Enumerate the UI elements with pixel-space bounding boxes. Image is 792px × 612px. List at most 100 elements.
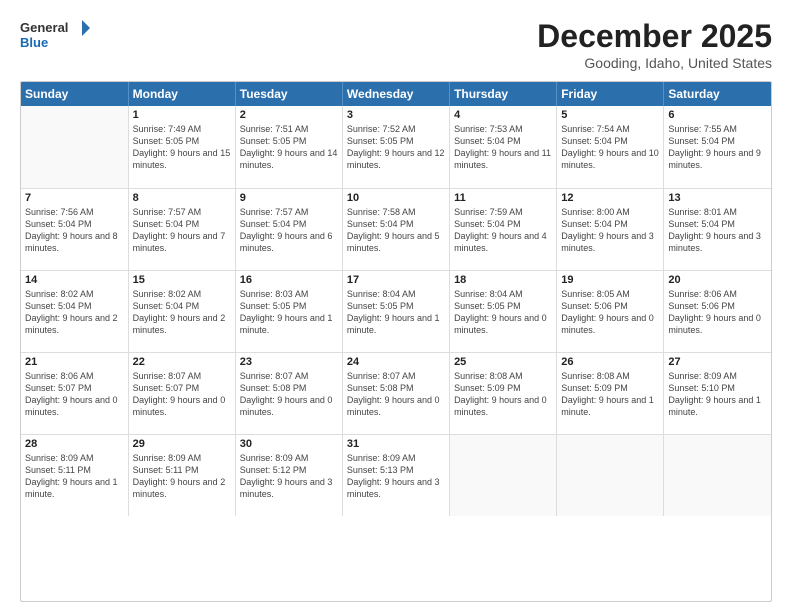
cell-info: Sunrise: 8:01 AMSunset: 5:04 PMDaylight:… bbox=[668, 207, 761, 253]
calendar-cell: 25 Sunrise: 8:08 AMSunset: 5:09 PMDaylig… bbox=[450, 352, 557, 434]
calendar-cell: 10 Sunrise: 7:58 AMSunset: 5:04 PMDaylig… bbox=[342, 188, 449, 270]
calendar-week-row: 28 Sunrise: 8:09 AMSunset: 5:11 PMDaylig… bbox=[21, 434, 771, 516]
day-header-cell: Wednesday bbox=[342, 82, 449, 106]
day-number: 30 bbox=[240, 438, 338, 450]
calendar-cell: 16 Sunrise: 8:03 AMSunset: 5:05 PMDaylig… bbox=[235, 270, 342, 352]
cell-info: Sunrise: 7:56 AMSunset: 5:04 PMDaylight:… bbox=[25, 207, 118, 253]
calendar-cell: 6 Sunrise: 7:55 AMSunset: 5:04 PMDayligh… bbox=[664, 106, 771, 188]
cell-info: Sunrise: 7:51 AMSunset: 5:05 PMDaylight:… bbox=[240, 124, 338, 170]
day-header-cell: Tuesday bbox=[235, 82, 342, 106]
day-number: 29 bbox=[133, 438, 231, 450]
day-number: 22 bbox=[133, 356, 231, 368]
cell-info: Sunrise: 7:54 AMSunset: 5:04 PMDaylight:… bbox=[561, 124, 659, 170]
day-number: 2 bbox=[240, 109, 338, 121]
calendar-week-row: 14 Sunrise: 8:02 AMSunset: 5:04 PMDaylig… bbox=[21, 270, 771, 352]
cell-info: Sunrise: 8:04 AMSunset: 5:05 PMDaylight:… bbox=[347, 289, 440, 335]
day-header-cell: Monday bbox=[128, 82, 235, 106]
calendar-cell: 5 Sunrise: 7:54 AMSunset: 5:04 PMDayligh… bbox=[557, 106, 664, 188]
page: General Blue December 2025 Gooding, Idah… bbox=[0, 0, 792, 612]
calendar-cell bbox=[557, 434, 664, 516]
cell-info: Sunrise: 8:07 AMSunset: 5:08 PMDaylight:… bbox=[347, 371, 440, 417]
day-number: 24 bbox=[347, 356, 445, 368]
calendar-cell: 1 Sunrise: 7:49 AMSunset: 5:05 PMDayligh… bbox=[128, 106, 235, 188]
day-number: 5 bbox=[561, 109, 659, 121]
day-number: 1 bbox=[133, 109, 231, 121]
calendar-cell: 28 Sunrise: 8:09 AMSunset: 5:11 PMDaylig… bbox=[21, 434, 128, 516]
day-number: 12 bbox=[561, 192, 659, 204]
cell-info: Sunrise: 8:09 AMSunset: 5:11 PMDaylight:… bbox=[25, 453, 118, 499]
calendar-cell bbox=[664, 434, 771, 516]
day-number: 8 bbox=[133, 192, 231, 204]
day-number: 13 bbox=[668, 192, 767, 204]
cell-info: Sunrise: 8:03 AMSunset: 5:05 PMDaylight:… bbox=[240, 289, 333, 335]
day-number: 15 bbox=[133, 274, 231, 286]
calendar-cell: 31 Sunrise: 8:09 AMSunset: 5:13 PMDaylig… bbox=[342, 434, 449, 516]
day-number: 18 bbox=[454, 274, 552, 286]
cell-info: Sunrise: 8:06 AMSunset: 5:07 PMDaylight:… bbox=[25, 371, 118, 417]
calendar-week-row: 21 Sunrise: 8:06 AMSunset: 5:07 PMDaylig… bbox=[21, 352, 771, 434]
day-number: 21 bbox=[25, 356, 124, 368]
calendar-cell: 9 Sunrise: 7:57 AMSunset: 5:04 PMDayligh… bbox=[235, 188, 342, 270]
cell-info: Sunrise: 8:07 AMSunset: 5:07 PMDaylight:… bbox=[133, 371, 226, 417]
day-number: 3 bbox=[347, 109, 445, 121]
calendar-cell: 2 Sunrise: 7:51 AMSunset: 5:05 PMDayligh… bbox=[235, 106, 342, 188]
logo: General Blue bbox=[20, 18, 90, 54]
cell-info: Sunrise: 7:59 AMSunset: 5:04 PMDaylight:… bbox=[454, 207, 547, 253]
calendar-week-row: 1 Sunrise: 7:49 AMSunset: 5:05 PMDayligh… bbox=[21, 106, 771, 188]
day-number: 31 bbox=[347, 438, 445, 450]
calendar-cell: 12 Sunrise: 8:00 AMSunset: 5:04 PMDaylig… bbox=[557, 188, 664, 270]
calendar-cell: 19 Sunrise: 8:05 AMSunset: 5:06 PMDaylig… bbox=[557, 270, 664, 352]
calendar-cell: 26 Sunrise: 8:08 AMSunset: 5:09 PMDaylig… bbox=[557, 352, 664, 434]
calendar-cell: 3 Sunrise: 7:52 AMSunset: 5:05 PMDayligh… bbox=[342, 106, 449, 188]
cell-info: Sunrise: 7:53 AMSunset: 5:04 PMDaylight:… bbox=[454, 124, 551, 170]
day-header-cell: Sunday bbox=[21, 82, 128, 106]
day-number: 11 bbox=[454, 192, 552, 204]
day-number: 27 bbox=[668, 356, 767, 368]
calendar-cell: 13 Sunrise: 8:01 AMSunset: 5:04 PMDaylig… bbox=[664, 188, 771, 270]
calendar-table: SundayMondayTuesdayWednesdayThursdayFrid… bbox=[21, 82, 771, 516]
day-number: 9 bbox=[240, 192, 338, 204]
day-header-cell: Saturday bbox=[664, 82, 771, 106]
cell-info: Sunrise: 8:07 AMSunset: 5:08 PMDaylight:… bbox=[240, 371, 333, 417]
day-number: 10 bbox=[347, 192, 445, 204]
svg-text:General: General bbox=[20, 20, 68, 35]
day-header-cell: Thursday bbox=[450, 82, 557, 106]
cell-info: Sunrise: 7:55 AMSunset: 5:04 PMDaylight:… bbox=[668, 124, 761, 170]
calendar-cell: 17 Sunrise: 8:04 AMSunset: 5:05 PMDaylig… bbox=[342, 270, 449, 352]
day-number: 20 bbox=[668, 274, 767, 286]
cell-info: Sunrise: 8:05 AMSunset: 5:06 PMDaylight:… bbox=[561, 289, 654, 335]
cell-info: Sunrise: 8:06 AMSunset: 5:06 PMDaylight:… bbox=[668, 289, 761, 335]
calendar-cell: 20 Sunrise: 8:06 AMSunset: 5:06 PMDaylig… bbox=[664, 270, 771, 352]
cell-info: Sunrise: 8:02 AMSunset: 5:04 PMDaylight:… bbox=[25, 289, 118, 335]
calendar-cell: 8 Sunrise: 7:57 AMSunset: 5:04 PMDayligh… bbox=[128, 188, 235, 270]
calendar-cell: 14 Sunrise: 8:02 AMSunset: 5:04 PMDaylig… bbox=[21, 270, 128, 352]
cell-info: Sunrise: 8:04 AMSunset: 5:05 PMDaylight:… bbox=[454, 289, 547, 335]
calendar-cell: 30 Sunrise: 8:09 AMSunset: 5:12 PMDaylig… bbox=[235, 434, 342, 516]
calendar-cell: 7 Sunrise: 7:56 AMSunset: 5:04 PMDayligh… bbox=[21, 188, 128, 270]
calendar-cell: 11 Sunrise: 7:59 AMSunset: 5:04 PMDaylig… bbox=[450, 188, 557, 270]
calendar-cell: 15 Sunrise: 8:02 AMSunset: 5:04 PMDaylig… bbox=[128, 270, 235, 352]
calendar-cell: 27 Sunrise: 8:09 AMSunset: 5:10 PMDaylig… bbox=[664, 352, 771, 434]
day-number: 6 bbox=[668, 109, 767, 121]
calendar-cell bbox=[21, 106, 128, 188]
day-number: 14 bbox=[25, 274, 124, 286]
cell-info: Sunrise: 8:08 AMSunset: 5:09 PMDaylight:… bbox=[561, 371, 654, 417]
calendar-cell: 22 Sunrise: 8:07 AMSunset: 5:07 PMDaylig… bbox=[128, 352, 235, 434]
day-header-row: SundayMondayTuesdayWednesdayThursdayFrid… bbox=[21, 82, 771, 106]
calendar-week-row: 7 Sunrise: 7:56 AMSunset: 5:04 PMDayligh… bbox=[21, 188, 771, 270]
cell-info: Sunrise: 8:09 AMSunset: 5:10 PMDaylight:… bbox=[668, 371, 761, 417]
cell-info: Sunrise: 8:08 AMSunset: 5:09 PMDaylight:… bbox=[454, 371, 547, 417]
day-number: 25 bbox=[454, 356, 552, 368]
day-number: 26 bbox=[561, 356, 659, 368]
cell-info: Sunrise: 8:02 AMSunset: 5:04 PMDaylight:… bbox=[133, 289, 226, 335]
calendar-cell: 4 Sunrise: 7:53 AMSunset: 5:04 PMDayligh… bbox=[450, 106, 557, 188]
calendar-cell: 21 Sunrise: 8:06 AMSunset: 5:07 PMDaylig… bbox=[21, 352, 128, 434]
cell-info: Sunrise: 8:09 AMSunset: 5:11 PMDaylight:… bbox=[133, 453, 226, 499]
cell-info: Sunrise: 7:52 AMSunset: 5:05 PMDaylight:… bbox=[347, 124, 445, 170]
calendar-cell bbox=[450, 434, 557, 516]
calendar-cell: 18 Sunrise: 8:04 AMSunset: 5:05 PMDaylig… bbox=[450, 270, 557, 352]
day-number: 17 bbox=[347, 274, 445, 286]
day-number: 19 bbox=[561, 274, 659, 286]
cell-info: Sunrise: 7:57 AMSunset: 5:04 PMDaylight:… bbox=[133, 207, 226, 253]
day-number: 16 bbox=[240, 274, 338, 286]
